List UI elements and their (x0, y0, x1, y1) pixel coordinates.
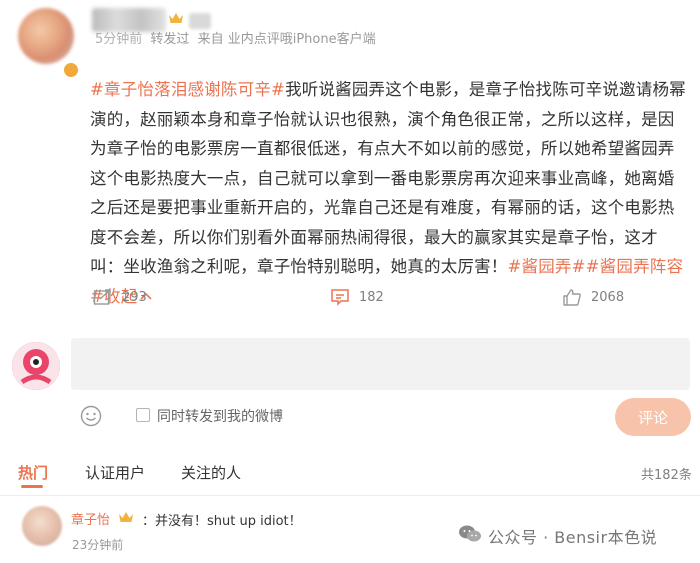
hashtag-link[interactable]: #酱园弄# (508, 257, 586, 276)
post-body: #章子怡落泪感谢陈可辛#我听说酱园弄这个电影，是章子怡找陈可辛说邀请杨幂演的，赵… (90, 75, 688, 311)
like-button[interactable]: 2068 (562, 286, 624, 308)
repost-checkbox[interactable] (136, 408, 150, 422)
divider (0, 495, 700, 496)
comment-count: 182 (359, 289, 384, 305)
tab-verified-users[interactable]: 认证用户 (85, 462, 145, 483)
my-avatar[interactable] (12, 342, 60, 390)
wechat-icon (459, 525, 481, 542)
post-meta: 5分钟前 转发过 来自 业内点评哦iPhone客户端 (95, 28, 380, 47)
comment-icon (331, 289, 349, 306)
level-badge-blurred (189, 13, 211, 29)
thumbs-up-icon (563, 289, 581, 306)
active-tab-indicator (21, 485, 43, 488)
repost-flag: 转发过 (150, 32, 190, 47)
hashtag-link[interactable]: #章子怡落泪感谢陈可辛# (90, 80, 285, 99)
total-comments: 共182条 (641, 468, 692, 483)
comment-button[interactable]: 182 (330, 286, 384, 308)
repost-checkbox-label: 同时转发到我的微博 (157, 409, 283, 425)
repost-button[interactable]: 293 (93, 286, 147, 308)
verified-badge-icon (62, 61, 80, 79)
author-avatar[interactable] (18, 8, 74, 64)
watermark-text: 公众号 · Bensir本色说 (488, 528, 658, 547)
member-crown-icon (169, 13, 183, 23)
member-crown-icon (119, 512, 133, 522)
mascot-icon (12, 342, 60, 390)
comment-text: ：并没有！shut up idiot！ (142, 514, 302, 529)
post-time: 5分钟前 (95, 32, 143, 47)
tab-hot[interactable]: 热门 (18, 462, 48, 483)
post-text: 我听说酱园弄这个电影，是章子怡找陈可辛说邀请杨幂演的，赵丽颖本身和章子怡就认识也… (90, 80, 686, 276)
repost-icon (93, 289, 111, 305)
post-source: 来自 业内点评哦iPhone客户端 (197, 32, 376, 47)
like-count: 2068 (591, 289, 625, 305)
commenter-avatar[interactable] (22, 506, 62, 546)
repost-count: 293 (122, 289, 147, 305)
tab-following[interactable]: 关注的人 (181, 462, 241, 483)
submit-comment-button[interactable]: 评论 (615, 398, 691, 436)
comment-input[interactable] (71, 338, 690, 390)
emoji-icon[interactable] (80, 405, 102, 427)
comment-time: 23分钟前 (72, 538, 124, 552)
commenter-name[interactable]: 章子怡 (71, 509, 110, 528)
